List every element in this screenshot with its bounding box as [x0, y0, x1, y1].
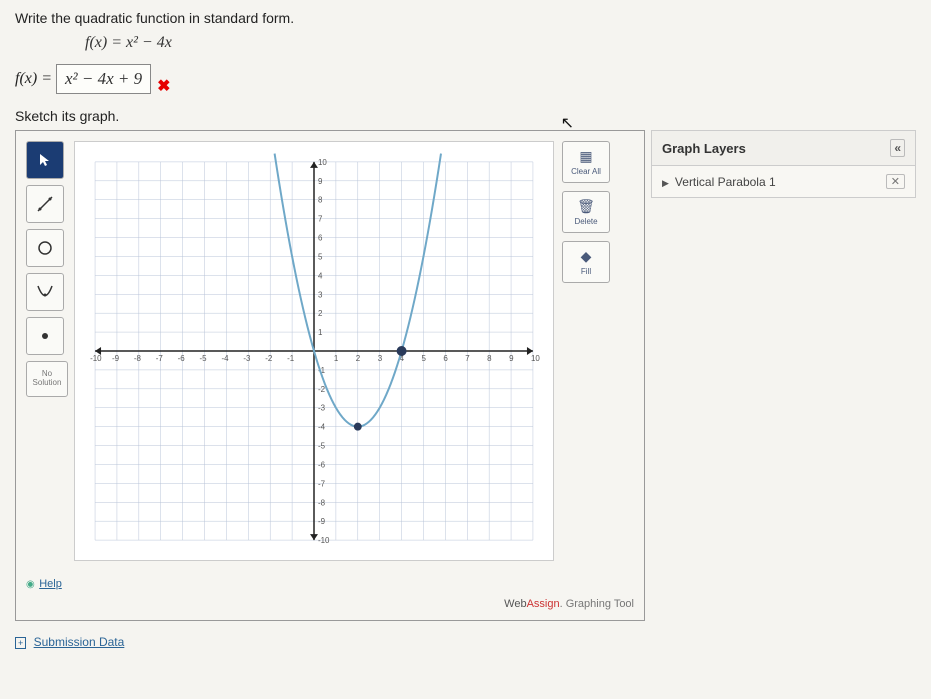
- answer-label: f(x) =: [15, 70, 52, 88]
- parabola-icon: [36, 283, 54, 301]
- svg-text:7: 7: [465, 354, 470, 363]
- no-solution-tool[interactable]: No Solution: [26, 361, 68, 397]
- graph-tool-container: ↖ No Solution: [15, 130, 645, 621]
- svg-text:3: 3: [378, 354, 383, 363]
- pointer-icon: [38, 153, 52, 167]
- svg-text:-2: -2: [265, 354, 273, 363]
- svg-text:-8: -8: [318, 498, 326, 507]
- svg-text:5: 5: [318, 252, 323, 261]
- delete-button[interactable]: 🗑 Delete: [562, 191, 610, 233]
- parabola-tool[interactable]: [26, 273, 64, 311]
- layers-header: Graph Layers «: [651, 130, 916, 166]
- svg-text:6: 6: [318, 234, 323, 243]
- svg-text:-7: -7: [318, 479, 326, 488]
- chevron-right-icon: ▶: [662, 178, 669, 188]
- svg-text:10: 10: [318, 158, 327, 167]
- svg-text:-10: -10: [90, 354, 102, 363]
- svg-text:7: 7: [318, 215, 323, 224]
- svg-text:2: 2: [356, 354, 361, 363]
- fill-icon: ◆: [581, 248, 592, 265]
- circle-tool[interactable]: [26, 229, 64, 267]
- svg-text:-4: -4: [318, 423, 326, 432]
- svg-text:-6: -6: [178, 354, 186, 363]
- svg-text:8: 8: [318, 196, 323, 205]
- submission-data-link[interactable]: Submission Data: [34, 635, 125, 649]
- svg-text:-3: -3: [243, 354, 251, 363]
- help-link[interactable]: Help: [39, 578, 62, 590]
- svg-text:9: 9: [509, 354, 514, 363]
- svg-text:2: 2: [318, 309, 323, 318]
- coordinate-grid: 1-11-12-22-23-33-34-44-45-55-56-66-67-77…: [74, 141, 554, 561]
- svg-text:1: 1: [318, 328, 323, 337]
- pointer-tool[interactable]: [26, 141, 64, 179]
- given-equation: f(x) = x² − 4x: [85, 34, 916, 52]
- svg-text:-1: -1: [287, 354, 295, 363]
- svg-text:-2: -2: [318, 385, 326, 394]
- line-tool[interactable]: [26, 185, 64, 223]
- collapse-icon[interactable]: «: [890, 139, 905, 157]
- brand-footer: WebAssign. Graphing Tool: [26, 598, 634, 610]
- graph-canvas[interactable]: 1-11-12-22-23-33-34-44-45-55-56-66-67-77…: [74, 141, 554, 566]
- fill-button[interactable]: ◆ Fill: [562, 241, 610, 283]
- layer-item[interactable]: ▶Vertical Parabola 1 ✕: [651, 166, 916, 198]
- clear-all-button[interactable]: ▦ Clear All: [562, 141, 610, 183]
- svg-text:9: 9: [318, 177, 323, 186]
- cursor-icon: ↖: [561, 113, 574, 133]
- svg-text:-5: -5: [318, 442, 326, 451]
- help-icon: ◉: [26, 579, 35, 590]
- svg-text:5: 5: [421, 354, 426, 363]
- svg-text:-4: -4: [221, 354, 229, 363]
- answer-input[interactable]: x² − 4x + 9: [56, 64, 151, 94]
- svg-text:6: 6: [443, 354, 448, 363]
- svg-text:-7: -7: [156, 354, 164, 363]
- plus-icon: +: [15, 637, 26, 649]
- svg-text:4: 4: [318, 271, 323, 280]
- side-tools: ▦ Clear All 🗑 Delete ◆ Fill: [562, 141, 610, 283]
- submission-data-row: + Submission Data: [15, 635, 916, 649]
- remove-layer-icon[interactable]: ✕: [886, 174, 905, 189]
- circle-icon: [36, 239, 54, 257]
- svg-text:-6: -6: [318, 460, 326, 469]
- answer-row: f(x) = x² − 4x + 9 ✖: [15, 62, 916, 96]
- point-icon: [40, 331, 50, 341]
- clear-icon: ▦: [579, 148, 592, 165]
- line-icon: [36, 195, 54, 213]
- svg-text:-9: -9: [318, 517, 326, 526]
- incorrect-icon: ✖: [157, 76, 170, 96]
- svg-text:-8: -8: [134, 354, 142, 363]
- svg-text:10: 10: [531, 354, 540, 363]
- svg-text:-5: -5: [200, 354, 208, 363]
- svg-text:-10: -10: [318, 536, 330, 545]
- svg-text:-9: -9: [112, 354, 120, 363]
- trash-icon: 🗑: [577, 198, 595, 215]
- svg-text:1: 1: [334, 354, 339, 363]
- prompt-text: Write the quadratic function in standard…: [15, 10, 916, 26]
- svg-text:-3: -3: [318, 404, 326, 413]
- graph-layers-panel: Graph Layers « ▶Vertical Parabola 1 ✕: [651, 130, 916, 198]
- sketch-prompt: Sketch its graph.: [15, 108, 916, 124]
- svg-text:8: 8: [487, 354, 492, 363]
- tool-palette: No Solution: [26, 141, 68, 397]
- point-tool[interactable]: [26, 317, 64, 355]
- svg-text:3: 3: [318, 290, 323, 299]
